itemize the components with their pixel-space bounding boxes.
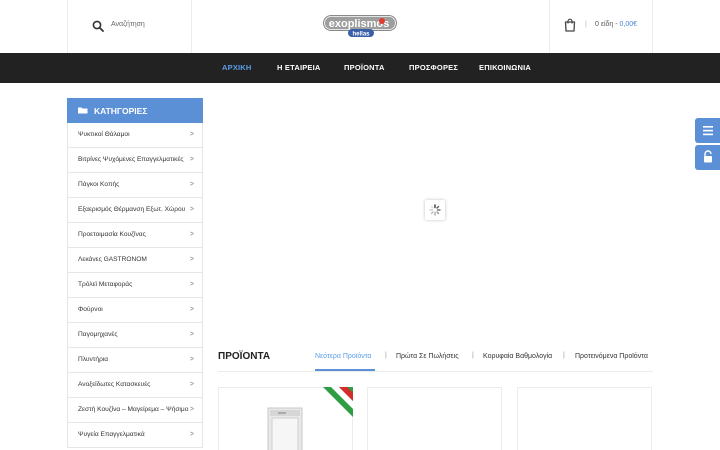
tab-bestsellers[interactable]: Πρώτα Σε Πωλήσεις (396, 353, 459, 360)
cart-box[interactable]: | 0 είδη - 0,00€ (549, 0, 653, 53)
header: Αναζήτηση exoplismos hellas | 0 είδη - 0… (0, 0, 720, 53)
category-label: Ψυγεία Επαγγελματικά (78, 431, 145, 438)
chevron-right-icon: > (189, 156, 194, 163)
folder-icon (78, 107, 88, 114)
nav-item-offers[interactable]: ΠΡΟΣΦΟΡΕΣ (409, 53, 458, 83)
categories-header: ΚΑΤΗΓΟΡΙΕΣ (67, 98, 203, 123)
search-icon[interactable] (92, 20, 104, 32)
tab-separator: | (472, 352, 474, 359)
logo[interactable]: exoplismos hellas (322, 13, 398, 39)
product-card[interactable] (367, 387, 502, 450)
category-sidebar: ΚΑΤΗΓΟΡΙΕΣ Ψυκτικοί Θάλαμοι > Βιτρίνες Ψυ… (67, 98, 203, 448)
products-title: ΠΡΟΪΟΝΤΑ (218, 351, 271, 362)
chevron-right-icon: > (189, 281, 194, 288)
lock-icon (704, 150, 712, 163)
category-item[interactable]: Τρόλεϊ Μεταφοράς > (67, 273, 203, 298)
search-input[interactable]: Αναζήτηση (111, 21, 145, 28)
categories-title: ΚΑΤΗΓΟΡΙΕΣ (94, 105, 148, 116)
category-item[interactable]: Ψυκτικοί Θάλαμοι > (67, 123, 203, 148)
tab-separator: | (385, 352, 387, 359)
chevron-right-icon: > (189, 181, 194, 188)
chevron-right-icon: > (189, 206, 194, 213)
tab-featured[interactable]: Προτεινόμενα Προϊόντα (575, 353, 648, 360)
chevron-right-icon: > (189, 131, 194, 138)
chevron-right-icon: > (189, 381, 194, 388)
category-label: Βιτρίνες Ψυχόμενες Επαγγελματικές (78, 156, 184, 163)
category-item[interactable]: Πλυντήρια > (67, 348, 203, 373)
category-label: Ψυκτικοί Θάλαμοι (78, 131, 130, 138)
category-item[interactable]: Ψυγεία Επαγγελματικά > (67, 423, 203, 448)
product-card[interactable] (517, 387, 652, 450)
cart-icon[interactable] (564, 18, 576, 32)
nav-item-home[interactable]: ΑΡΧΙΚΗ (222, 53, 252, 83)
category-item[interactable]: Ανοξείδωτες Κατασκευές > (67, 373, 203, 398)
chevron-right-icon: > (189, 406, 194, 413)
chevron-right-icon: > (189, 231, 194, 238)
chevron-right-icon: > (189, 256, 194, 263)
loader-icon (425, 200, 445, 220)
nav-item-contact[interactable]: ΕΠΙΚΟΙΝΩΝΙΑ (479, 53, 531, 83)
nav-item-company[interactable]: Η ΕΤΑΙΡΕΙΑ (277, 53, 321, 83)
login-button[interactable] (695, 145, 720, 170)
category-item[interactable]: Φούρνοι > (67, 298, 203, 323)
product-card[interactable] (218, 387, 353, 450)
page: Αναζήτηση exoplismos hellas | 0 είδη - 0… (0, 0, 720, 450)
category-label: Πάγκοι Κοπής (78, 181, 120, 188)
category-item[interactable]: Παγομηχανές > (67, 323, 203, 348)
chevron-right-icon: > (189, 431, 194, 438)
category-label: Λεκάνες GASTRONOM (78, 256, 147, 263)
menu-icon (703, 126, 713, 136)
category-item[interactable]: Λεκάνες GASTRONOM > (67, 248, 203, 273)
category-label: Ζεστή Κουζίνα – Μαγείρεμα – Ψήσιμο (78, 406, 189, 413)
category-item[interactable]: Πάγκοι Κοπής > (67, 173, 203, 198)
category-item[interactable]: Βιτρίνες Ψυχόμενες Επαγγελματικές > (67, 148, 203, 173)
category-label: Προετοιμασία Κουζίνας (78, 231, 146, 238)
category-label: Πλυντήρια (78, 356, 109, 363)
section-divider (218, 371, 653, 372)
category-label: Εξαερισμός Θέρμανση Εξωτ. Χώρου (78, 206, 186, 213)
nav-item-products[interactable]: ΠΡΟΪΟΝΤΑ (344, 53, 385, 83)
cart-items: 0 είδη - (595, 21, 618, 28)
tab-separator: | (563, 352, 565, 359)
cart-separator: | (585, 21, 587, 28)
logo-sub-text: hellas (352, 31, 370, 37)
greek-flag-ribbon (323, 387, 353, 417)
main-nav: ΑΡΧΙΚΗ Η ΕΤΑΙΡΕΙΑ ΠΡΟΪΟΝΤΑ ΠΡΟΣΦΟΡΕΣ ΕΠΙ… (0, 53, 720, 83)
category-label: Παγομηχανές (78, 331, 118, 338)
category-label: Ανοξείδωτες Κατασκευές (78, 381, 151, 388)
cart-total: 0,00€ (619, 21, 638, 28)
tab-newest[interactable]: Νεότερα Προϊόντα (315, 353, 371, 360)
search-box[interactable]: Αναζήτηση (67, 0, 192, 53)
menu-toggle-button[interactable] (695, 118, 720, 143)
chevron-right-icon: > (189, 306, 194, 313)
category-item[interactable]: Εξαερισμός Θέρμανση Εξωτ. Χώρου > (67, 198, 203, 223)
category-item[interactable]: Ζεστή Κουζίνα – Μαγείρεμα – Ψήσιμο > (67, 398, 203, 423)
tab-top-rated[interactable]: Κορυφαία Βαθμολογία (483, 353, 552, 360)
product-image[interactable] (266, 406, 304, 450)
category-label: Φούρνοι (78, 306, 103, 313)
chevron-right-icon: > (189, 331, 194, 338)
category-item[interactable]: Προετοιμασία Κουζίνας > (67, 223, 203, 248)
chevron-right-icon: > (189, 356, 194, 363)
cart-summary[interactable]: 0 είδη - 0,00€ (595, 21, 637, 28)
category-label: Τρόλεϊ Μεταφοράς (78, 281, 133, 288)
